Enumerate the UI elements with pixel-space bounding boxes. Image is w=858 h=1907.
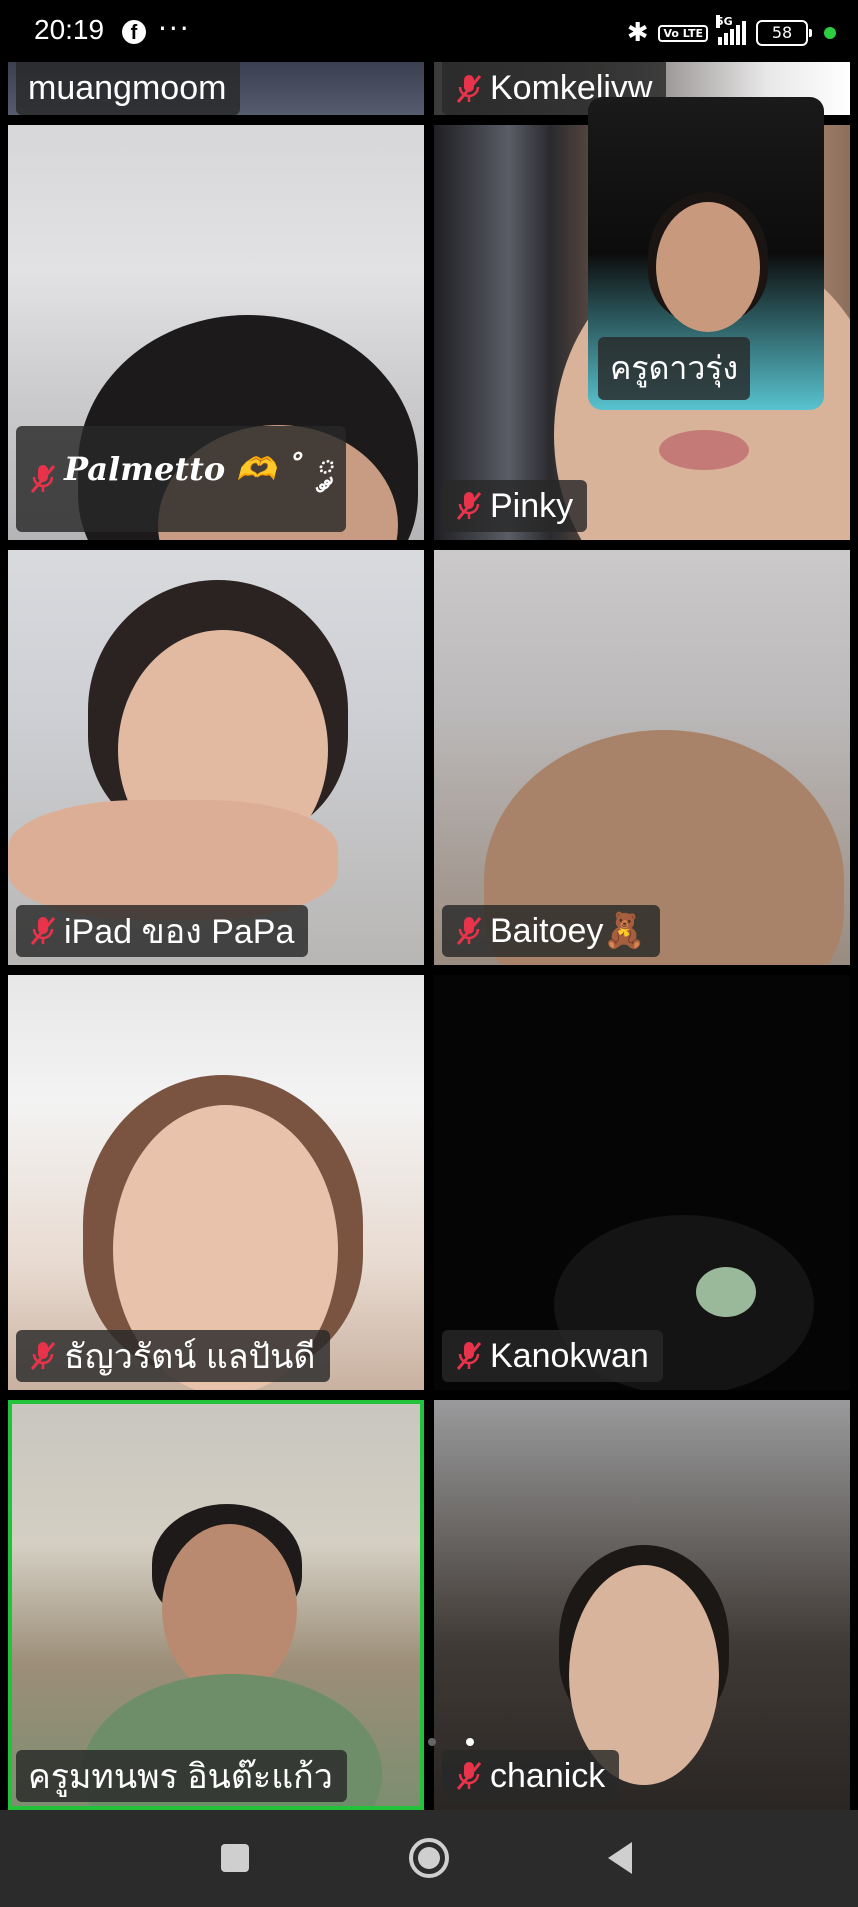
signal-icon: 5G <box>716 15 746 45</box>
participant-label: muangmoom <box>16 62 241 115</box>
participant-name: muangmoom <box>28 69 227 107</box>
participant-label: Kanokwan <box>442 1330 663 1382</box>
participant-name: ธัญวรัตน์ แลปันดี <box>64 1338 316 1376</box>
self-view-face <box>656 202 760 332</box>
participant-name: Palmetto 🫶 ˚ ༘ <box>64 450 333 488</box>
mic-muted-icon <box>456 74 482 103</box>
camera-in-use-indicator <box>824 27 836 39</box>
triangle-back-icon[interactable] <box>596 1832 648 1884</box>
participant-tile[interactable]: chanick <box>434 1400 850 1810</box>
mic-muted-icon <box>30 917 56 945</box>
participant-video-mouth <box>659 430 749 470</box>
participant-tile[interactable]: Kanokwan <box>434 975 850 1390</box>
mic-muted-icon <box>30 465 56 493</box>
participant-tile[interactable]: Palmetto 🫶 ˚ ༘ <box>8 125 424 540</box>
page-dot-current <box>466 1738 474 1746</box>
participant-video-face <box>162 1524 297 1694</box>
battery-icon: 58 <box>756 20 812 46</box>
participant-video-hands <box>8 800 338 920</box>
participant-name: iPad ของ PaPa <box>64 913 295 951</box>
circle-icon[interactable] <box>403 1832 455 1884</box>
facebook-icon: f <box>122 20 146 44</box>
participant-tile[interactable]: ธัญวรัตน์ แลปันดี <box>8 975 424 1390</box>
mic-muted-icon <box>456 917 482 945</box>
status-icons: ✱ Vo LTE 5G 58 <box>626 15 836 48</box>
participant-label: ธัญวรัตน์ แลปันดี <box>16 1330 330 1382</box>
volte-icon: Vo LTE <box>658 24 708 42</box>
participant-name: chanick <box>490 1756 606 1795</box>
system-nav-bar <box>0 1810 858 1907</box>
participant-label: Baitoey🧸 <box>442 905 660 957</box>
mic-muted-icon <box>456 1762 482 1790</box>
participant-name: Baitoey🧸 <box>490 912 646 950</box>
more-notifications-icon: ··· <box>158 12 191 45</box>
mic-muted-icon <box>456 1342 482 1370</box>
square-icon[interactable] <box>209 1832 261 1884</box>
participant-tile[interactable]: iPad ของ PaPa <box>8 550 424 965</box>
self-view[interactable]: ครูดาวรุ่ง <box>588 97 824 410</box>
network-type: 5G <box>716 15 733 28</box>
participant-label: iPad ของ PaPa <box>16 905 309 957</box>
mic-muted-icon <box>30 1342 56 1370</box>
page-dot <box>428 1738 436 1746</box>
participant-label: Pinky <box>442 480 588 532</box>
participant-name: ครูมทนพร อินต๊ะแก้ว <box>28 1758 333 1796</box>
participant-video-light <box>696 1267 756 1317</box>
self-view-label: ครูดาวรุ่ง <box>598 337 751 400</box>
mic-muted-icon <box>456 492 482 520</box>
status-bar: 20:19 f ··· ✱ Vo LTE 5G 58 <box>0 0 858 64</box>
page-indicator <box>424 1738 474 1750</box>
participant-tile[interactable]: muangmoom <box>8 62 424 115</box>
participant-name: Kanokwan <box>490 1336 649 1375</box>
participant-tile[interactable]: Baitoey🧸 <box>434 550 850 965</box>
participant-name: Pinky <box>490 486 574 525</box>
participant-label: Palmetto 🫶 ˚ ༘ <box>16 426 347 532</box>
bluetooth-icon: ✱ <box>626 18 649 48</box>
participant-label: chanick <box>442 1750 620 1802</box>
participant-tile-active-speaker[interactable]: ครูมทนพร อินต๊ะแก้ว <box>8 1400 424 1810</box>
participant-label: ครูมทนพร อินต๊ะแก้ว <box>16 1750 347 1802</box>
status-time: 20:19 <box>34 14 105 45</box>
